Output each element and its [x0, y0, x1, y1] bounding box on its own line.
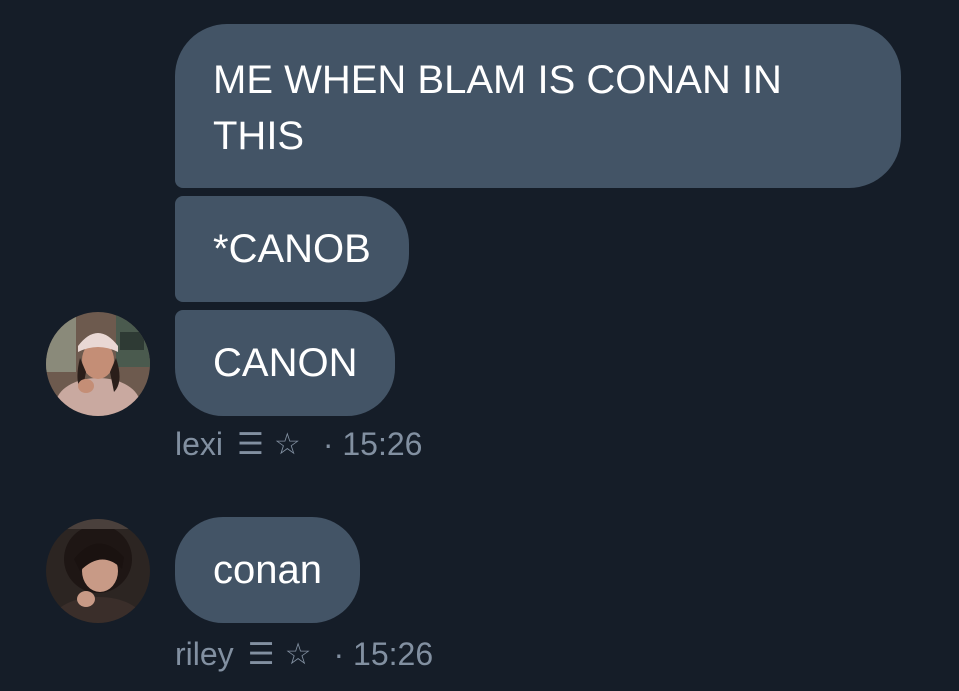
menu-badge-icon: ☰	[237, 428, 264, 461]
avatar-photo-icon	[46, 519, 150, 623]
avatar-photo-icon	[46, 312, 150, 416]
sender-name[interactable]: lexi	[175, 426, 223, 463]
timestamp: · 15:26	[322, 426, 423, 462]
star-icon[interactable]: ☆	[285, 637, 312, 672]
message-bubble[interactable]: *CANOB	[175, 196, 409, 302]
sender-name[interactable]: riley	[175, 636, 234, 673]
message-bubble[interactable]: ME WHEN BLAM IS CONAN IN THIS	[175, 24, 901, 188]
message-bubble[interactable]: conan	[175, 517, 360, 623]
menu-badge-icon: ☰	[247, 638, 275, 671]
message-text-line: conan	[213, 548, 322, 592]
avatar[interactable]	[46, 519, 150, 623]
message-text-line: CANON	[213, 341, 358, 385]
message-text-line: THIS	[213, 114, 305, 158]
timestamp: · 15:26	[333, 636, 434, 672]
message-meta: lexi ☰ ☆ · 15:26	[175, 426, 422, 463]
message-bubble[interactable]: CANON	[175, 310, 396, 416]
message-meta: riley ☰ ☆ · 15:26	[175, 636, 433, 673]
star-icon[interactable]: ☆	[274, 427, 301, 462]
message-text-line: *CANOB	[213, 227, 371, 271]
avatar[interactable]	[46, 312, 150, 416]
message-text-line: ME WHEN BLAM IS CONAN IN	[213, 58, 782, 102]
